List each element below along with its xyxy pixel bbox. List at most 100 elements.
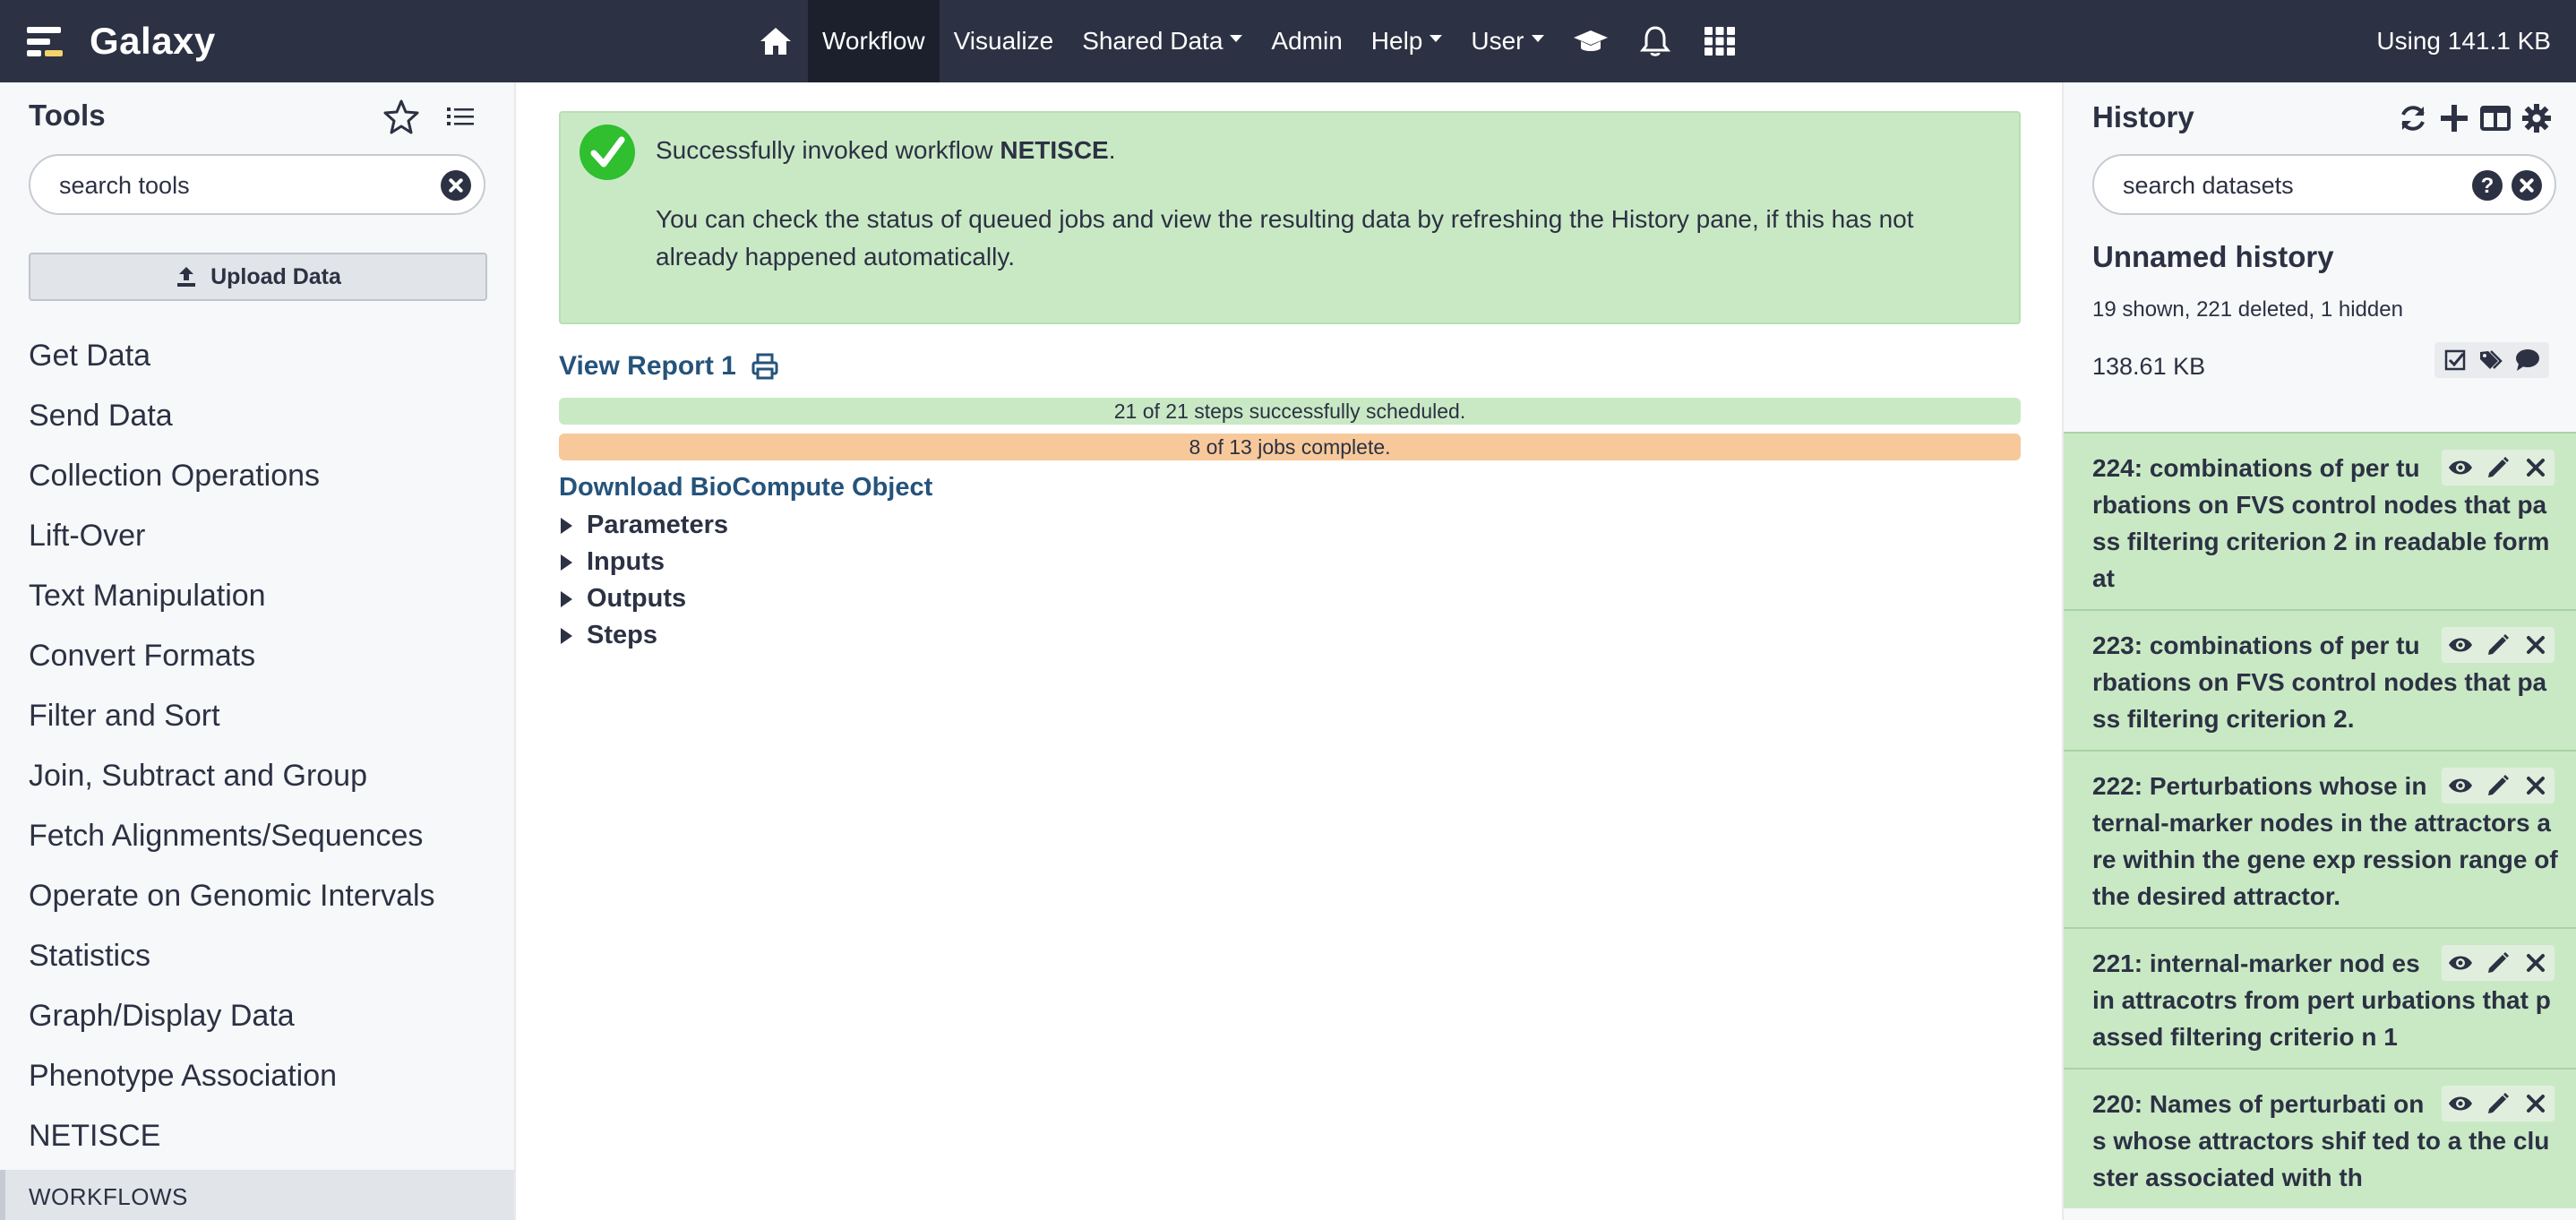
select-items-icon[interactable]	[2443, 347, 2469, 374]
tool-section-get-data[interactable]: Get Data	[29, 326, 435, 386]
delete-icon[interactable]	[2517, 1086, 2555, 1121]
tool-section-lift-over[interactable]: Lift-Over	[29, 506, 435, 566]
print-icon[interactable]	[751, 352, 779, 381]
history-search-input[interactable]	[2121, 156, 2456, 215]
list-view-icon[interactable]	[444, 100, 477, 133]
tool-section-collection-operations[interactable]: Collection Operations	[29, 446, 435, 506]
history-name[interactable]: Unnamed history	[2092, 240, 2334, 274]
nav-apps[interactable]	[1687, 0, 1752, 82]
nav-workflow-label: Workflow	[822, 27, 925, 55]
workflow-name: NETISCE	[1000, 136, 1109, 164]
star-icon[interactable]	[383, 99, 419, 134]
download-bco-link[interactable]: Download BioCompute Object	[559, 473, 932, 503]
history-tools	[2434, 342, 2549, 378]
tool-search-box	[29, 154, 485, 215]
view-report-label: View Report 1	[559, 351, 736, 381]
brand-name: Galaxy	[90, 20, 216, 62]
comment-icon[interactable]	[2514, 347, 2541, 374]
pencil-icon[interactable]	[2479, 450, 2517, 485]
tool-section-statistics[interactable]: Statistics	[29, 926, 435, 986]
dataset-actions	[2442, 450, 2555, 485]
history-panel: History ? Unnamed	[2064, 82, 2576, 1220]
nav-notifications[interactable]	[1623, 0, 1687, 82]
refresh-icon[interactable]	[2397, 102, 2429, 134]
tool-search-input[interactable]	[57, 156, 419, 215]
success-check-icon	[580, 125, 635, 180]
nav-shared-data[interactable]: Shared Data	[1068, 0, 1257, 82]
history-counts[interactable]: 19 shown, 221 deleted, 1 hidden	[2092, 297, 2403, 322]
history-panel-title: History	[2092, 100, 2194, 133]
tool-section-graph-display[interactable]: Graph/Display Data	[29, 986, 435, 1046]
parameters-toggle[interactable]: Parameters	[559, 507, 728, 544]
tool-section-fetch-alignments[interactable]: Fetch Alignments/Sequences	[29, 806, 435, 866]
dataset-item[interactable]: 223: combinations of per turbations on F…	[2064, 609, 2576, 750]
nav-user-label: User	[1471, 27, 1524, 55]
delete-icon[interactable]	[2517, 768, 2555, 803]
caret-down-icon	[1531, 35, 1544, 42]
help-icon[interactable]: ?	[2472, 170, 2503, 201]
tool-section-join-subtract-group[interactable]: Join, Subtract and Group	[29, 746, 435, 806]
tags-icon[interactable]	[2478, 347, 2505, 374]
eye-icon[interactable]	[2442, 945, 2479, 981]
gear-icon[interactable]	[2520, 102, 2553, 134]
steps-toggle[interactable]: Steps	[559, 617, 728, 654]
tool-section-convert-formats[interactable]: Convert Formats	[29, 626, 435, 686]
success-alert: Successfully invoked workflow NETISCE. Y…	[559, 111, 2021, 324]
nav-visualize[interactable]: Visualize	[940, 0, 1069, 82]
tool-section-text-manipulation[interactable]: Text Manipulation	[29, 566, 435, 626]
eye-icon[interactable]	[2442, 450, 2479, 485]
dataset-actions	[2442, 768, 2555, 803]
delete-icon[interactable]	[2517, 627, 2555, 663]
dataset-actions	[2442, 1086, 2555, 1121]
inputs-toggle[interactable]: Inputs	[559, 544, 728, 580]
nav-home[interactable]	[743, 0, 808, 82]
nav-workflow[interactable]: Workflow	[808, 0, 940, 82]
tool-section-send-data[interactable]: Send Data	[29, 386, 435, 446]
history-search-box: ?	[2092, 154, 2556, 215]
brand-link[interactable]: Galaxy	[25, 18, 216, 64]
delete-icon[interactable]	[2517, 450, 2555, 485]
tool-section-phenotype-association[interactable]: Phenotype Association	[29, 1046, 435, 1106]
caret-right-icon	[561, 517, 572, 534]
dataset-item[interactable]: 220: Names of perturbati ons whose attra…	[2064, 1068, 2576, 1208]
pencil-icon[interactable]	[2479, 627, 2517, 663]
eye-icon[interactable]	[2442, 1086, 2479, 1121]
nav-admin[interactable]: Admin	[1257, 0, 1356, 82]
nav-user[interactable]: User	[1456, 0, 1558, 82]
tool-section-netisce[interactable]: NETISCE	[29, 1106, 435, 1166]
view-report-link[interactable]: View Report 1	[559, 351, 779, 382]
jobs-progress-bar: 8 of 13 jobs complete.	[559, 434, 2021, 460]
bell-icon	[1639, 26, 1670, 56]
dataset-item[interactable]: 221: internal-marker nod es in attracotr…	[2064, 927, 2576, 1068]
outputs-toggle[interactable]: Outputs	[559, 580, 728, 617]
tool-section-list: Get Data Send Data Collection Operations…	[29, 326, 435, 1166]
pencil-icon[interactable]	[2479, 1086, 2517, 1121]
main-nav: Workflow Visualize Shared Data Admin Hel…	[743, 0, 1752, 82]
pencil-icon[interactable]	[2479, 945, 2517, 981]
history-options	[2388, 102, 2553, 134]
masthead: Galaxy Workflow Visualize Shared Data Ad…	[0, 0, 2576, 82]
columns-icon[interactable]	[2479, 102, 2512, 134]
alert-detail: You can check the status of queued jobs …	[656, 205, 1914, 271]
upload-data-button[interactable]: Upload Data	[29, 253, 487, 301]
clear-search-icon[interactable]	[441, 170, 471, 201]
nav-visualize-label: Visualize	[953, 27, 1054, 55]
tool-section-genomic-intervals[interactable]: Operate on Genomic Intervals	[29, 866, 435, 926]
tool-panel-title: Tools	[29, 99, 106, 132]
dataset-item[interactable]: 224: combinations of per turbations on F…	[2064, 432, 2576, 609]
pencil-icon[interactable]	[2479, 768, 2517, 803]
caret-down-icon	[1230, 35, 1243, 42]
dataset-item[interactable]: 222: Perturbations whose internal-marker…	[2064, 750, 2576, 927]
eye-icon[interactable]	[2442, 768, 2479, 803]
quota-meter[interactable]: Using 141.1 KB	[2376, 0, 2551, 82]
nav-training[interactable]	[1558, 0, 1623, 82]
upload-data-label: Upload Data	[210, 263, 341, 289]
nav-help[interactable]: Help	[1357, 0, 1457, 82]
plus-icon[interactable]	[2438, 102, 2470, 134]
inputs-label: Inputs	[587, 547, 665, 576]
tool-section-filter-and-sort[interactable]: Filter and Sort	[29, 686, 435, 746]
clear-search-icon[interactable]	[2512, 170, 2542, 201]
eye-icon[interactable]	[2442, 627, 2479, 663]
delete-icon[interactable]	[2517, 945, 2555, 981]
workflows-section-header[interactable]: WORKFLOWS	[0, 1170, 516, 1220]
